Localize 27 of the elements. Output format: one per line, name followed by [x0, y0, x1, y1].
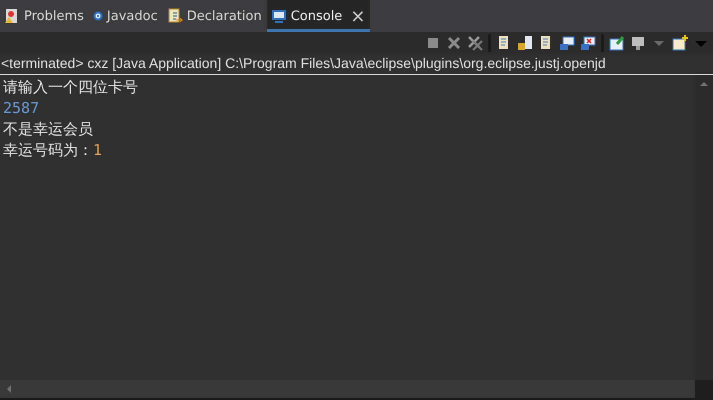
view-tab[interactable]: Problems — [0, 0, 89, 32]
remove-icon[interactable] — [446, 35, 462, 51]
console-text: 幸运号码为： — [3, 141, 93, 159]
scroll-lock-icon[interactable] — [517, 35, 533, 51]
scrollbar-corner — [695, 380, 713, 400]
view-tab[interactable]: Declaration — [162, 0, 267, 32]
stdout-icon[interactable] — [559, 35, 575, 51]
launch-status-line: <terminated> cxz [Java Application] C:\Program Files\Java\eclipse\plugins\org.eclipse.justj.openjd — [0, 54, 713, 75]
stop-icon[interactable] — [425, 35, 441, 51]
scroll-up-icon[interactable] — [699, 79, 709, 89]
remove-all-icon[interactable] — [467, 35, 483, 51]
new-console-icon[interactable] — [672, 35, 688, 51]
vertical-scrollbar[interactable] — [695, 75, 713, 380]
close-tab-button[interactable]: × — [350, 6, 366, 26]
console-text: 请输入一个四位卡号 — [3, 78, 138, 96]
horizontal-scrollbar[interactable] — [0, 380, 695, 400]
pin-console-icon[interactable] — [609, 35, 625, 51]
monitor-icon — [270, 8, 287, 24]
view-tab[interactable]: Console × — [266, 0, 370, 32]
console-text: 1 — [93, 141, 102, 159]
declaration-icon — [166, 8, 183, 24]
display-console-icon[interactable] — [630, 35, 646, 51]
console-text: 2587 — [3, 99, 40, 117]
view-tab[interactable]: Javadoc — [88, 0, 163, 32]
problems-icon — [4, 8, 20, 24]
stderr-icon[interactable] — [580, 35, 596, 51]
console-text: 不是幸运会员 — [3, 120, 93, 138]
